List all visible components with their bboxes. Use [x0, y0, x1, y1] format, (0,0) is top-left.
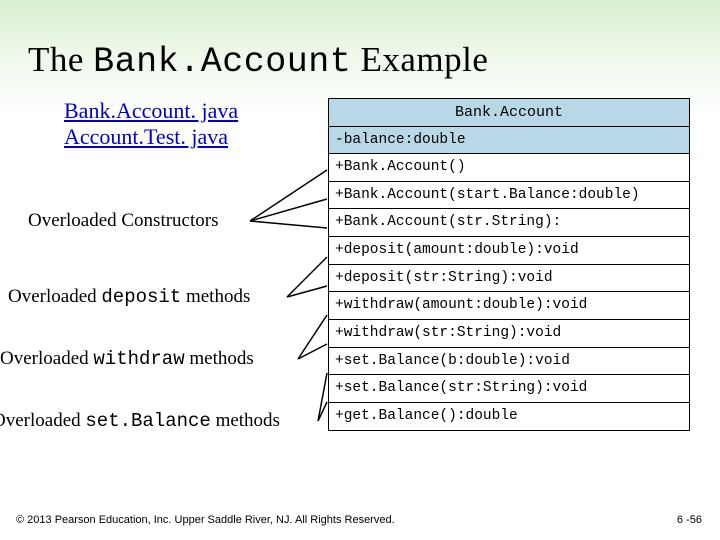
uml-op-5: +withdraw(amount:double):void	[329, 292, 689, 320]
uml-op-9: +get.Balance():double	[329, 403, 689, 430]
title-post: Example	[351, 40, 488, 79]
label-deposit: Overloaded deposit methods	[8, 286, 250, 308]
uml-class-box: Bank.Account -balance:double +Bank.Accou…	[328, 98, 690, 431]
uml-op-6: +withdraw(str:String):void	[329, 320, 689, 348]
label-setbalance: Overloaded set.Balance methods	[0, 410, 280, 432]
slide: The Bank.Account Example Bank.Account. j…	[0, 0, 720, 540]
uml-op-2: +Bank.Account(str.String):	[329, 209, 689, 237]
uml-op-7: +set.Balance(b:double):void	[329, 348, 689, 376]
uml-op-3: +deposit(amount:double):void	[329, 237, 689, 265]
label-constructors: Overloaded Constructors	[28, 210, 218, 232]
link-bankaccount-java[interactable]: Bank.Account. java	[64, 98, 238, 124]
uml-class-name: Bank.Account	[329, 99, 689, 127]
label-setbalance-code: set.Balance	[85, 410, 210, 432]
link-accounttest-java[interactable]: Account.Test. java	[64, 124, 238, 150]
label-withdraw-pre: Overloaded	[0, 348, 93, 369]
uml-op-1: +Bank.Account(start.Balance:double)	[329, 182, 689, 210]
copyright-footer: © 2013 Pearson Education, Inc. Upper Sad…	[16, 514, 395, 526]
uml-attribute: -balance:double	[329, 127, 689, 154]
title-pre: The	[28, 40, 93, 79]
slide-title: The Bank.Account Example	[28, 40, 488, 82]
label-deposit-post: methods	[181, 286, 250, 307]
label-withdraw-code: withdraw	[93, 348, 184, 370]
title-code: Bank.Account	[93, 42, 351, 82]
page-number: 6 -56	[677, 514, 702, 526]
label-withdraw: Overloaded withdraw methods	[0, 348, 254, 370]
file-links: Bank.Account. java Account.Test. java	[64, 98, 238, 151]
label-deposit-pre: Overloaded	[8, 286, 101, 307]
uml-op-8: +set.Balance(str:String):void	[329, 375, 689, 403]
uml-op-4: +deposit(str:String):void	[329, 265, 689, 293]
uml-op-0: +Bank.Account()	[329, 154, 689, 182]
label-withdraw-post: methods	[185, 348, 254, 369]
label-setbalance-pre: Overloaded	[0, 410, 85, 431]
label-deposit-code: deposit	[101, 286, 181, 308]
label-setbalance-post: methods	[211, 410, 280, 431]
